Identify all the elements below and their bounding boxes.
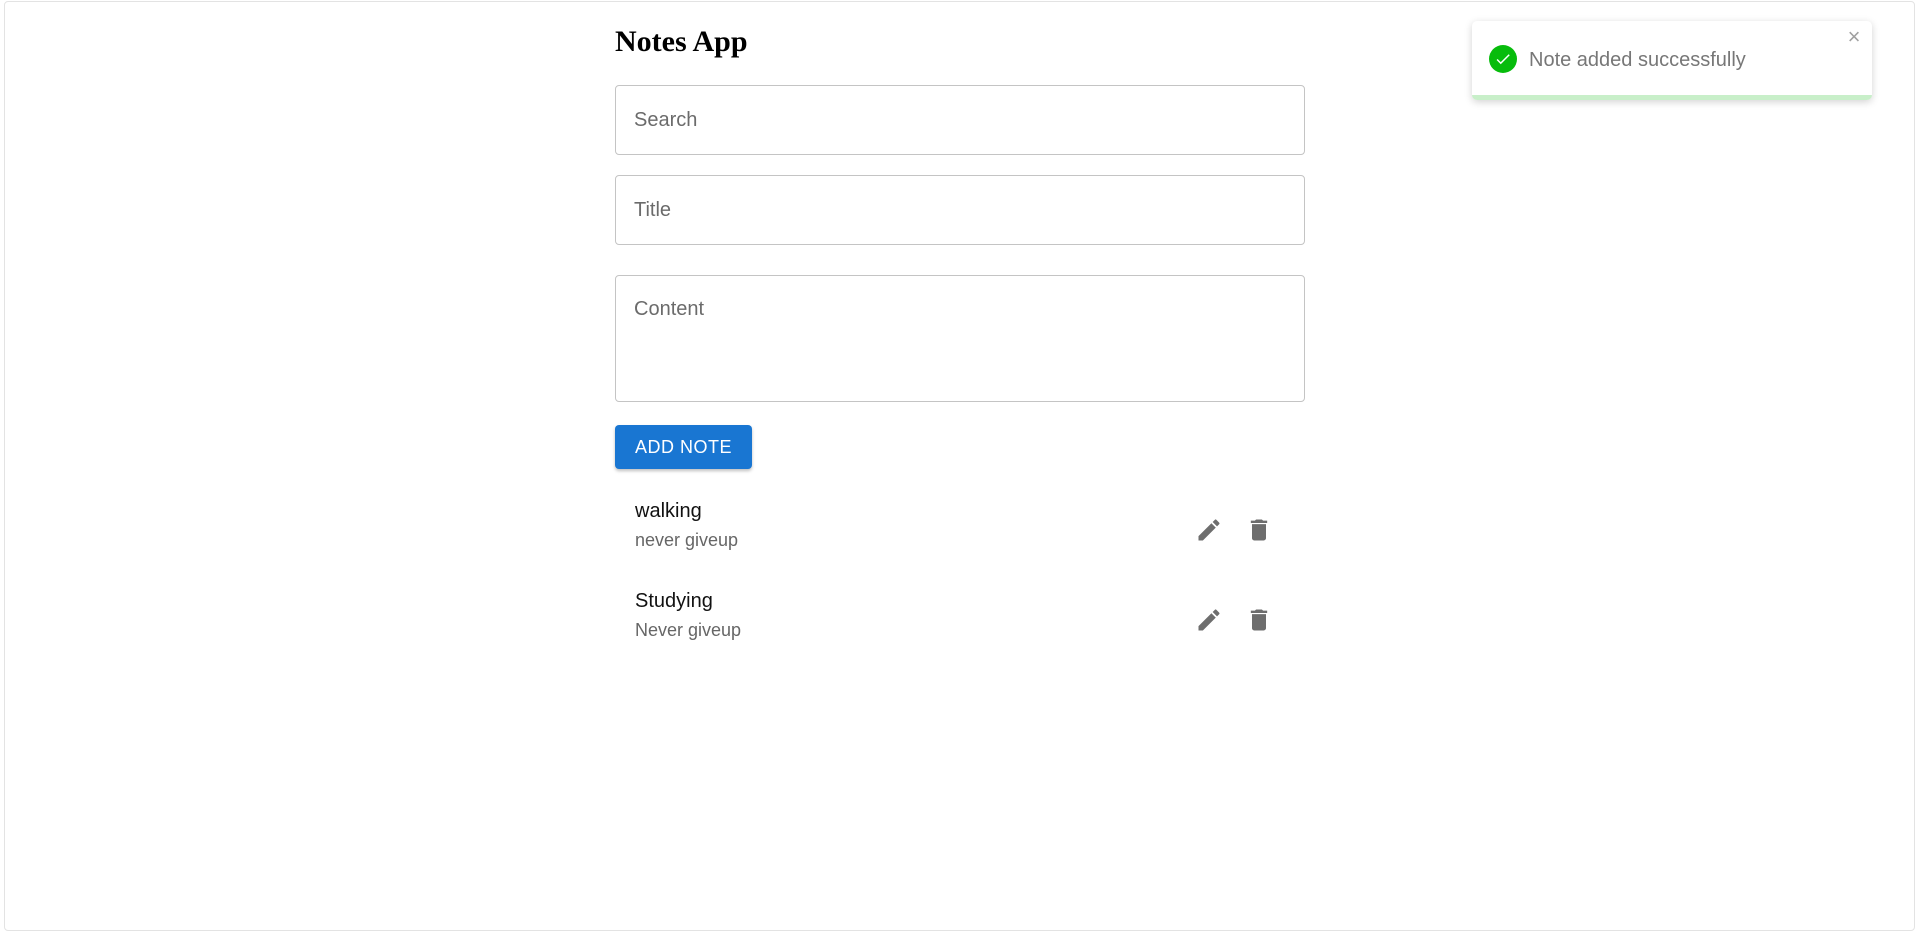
content-textarea[interactable] — [616, 276, 1304, 401]
trash-icon — [1250, 609, 1268, 631]
toast-message: Note added successfully — [1529, 49, 1746, 71]
trash-icon — [1250, 519, 1268, 541]
toast-progress-bar — [1472, 95, 1872, 100]
search-input[interactable] — [616, 86, 1304, 154]
note-content: never giveup — [635, 530, 739, 550]
title-field — [615, 175, 1305, 245]
check-circle-icon — [1489, 45, 1517, 73]
content-field — [615, 275, 1305, 402]
search-field — [615, 85, 1305, 155]
success-toast: Note added successfully × — [1472, 21, 1872, 100]
pencil-icon — [1198, 609, 1220, 631]
edit-note-button[interactable] — [1189, 600, 1229, 640]
add-note-button[interactable]: ADD NOTE — [615, 425, 753, 469]
list-item: Studying Never giveup — [615, 580, 1305, 670]
pencil-icon — [1198, 519, 1220, 541]
note-title: walking — [635, 500, 702, 522]
delete-note-button[interactable] — [1239, 600, 1279, 640]
notes-list: walking never giveup Studying Never give… — [615, 490, 1305, 670]
delete-note-button[interactable] — [1239, 510, 1279, 550]
page-title: Notes App — [615, 25, 748, 58]
list-item: walking never giveup — [615, 490, 1305, 580]
edit-note-button[interactable] — [1189, 510, 1229, 550]
note-title: Studying — [635, 590, 713, 612]
note-content: Never giveup — [635, 620, 742, 640]
close-icon[interactable]: × — [1844, 26, 1864, 48]
main-container: Notes App ADD NOTE walking never giveup — [615, 0, 1305, 640]
title-input[interactable] — [616, 176, 1304, 244]
